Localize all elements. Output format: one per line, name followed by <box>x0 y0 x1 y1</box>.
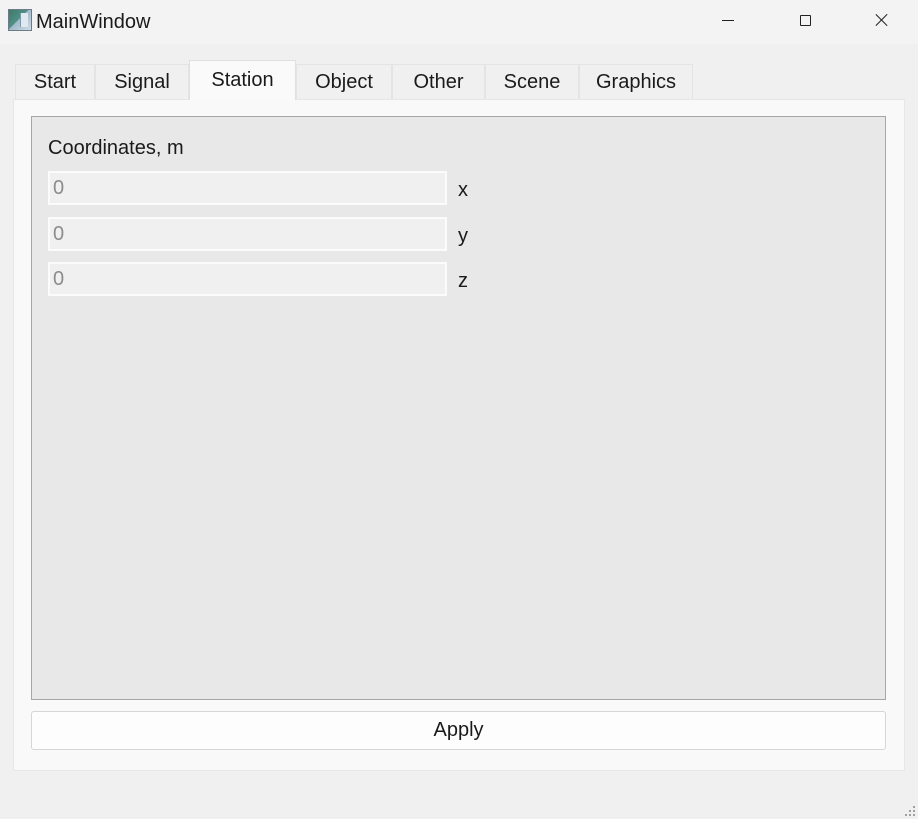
tab-other[interactable]: Other <box>392 64 485 100</box>
coordinates-label: Coordinates, m <box>48 137 184 159</box>
title-bar[interactable]: MainWindow <box>0 0 918 44</box>
y-axis-label: y <box>458 225 468 247</box>
main-window: MainWindow Start Signal Station Object O… <box>0 0 918 819</box>
resize-grip-icon[interactable] <box>903 804 915 816</box>
tab-start[interactable]: Start <box>15 64 95 100</box>
tab-station[interactable]: Station <box>189 60 296 100</box>
x-coordinate-input[interactable] <box>48 171 447 205</box>
minimize-icon <box>722 19 734 21</box>
coordinates-group: Coordinates, m x y z <box>31 116 886 700</box>
maximize-button[interactable] <box>767 0 843 40</box>
apply-button[interactable]: Apply <box>31 711 886 750</box>
tab-graphics[interactable]: Graphics <box>579 64 693 100</box>
z-axis-label: z <box>458 270 468 292</box>
tab-object[interactable]: Object <box>296 64 392 100</box>
maximize-icon <box>799 14 811 26</box>
window-title: MainWindow <box>36 11 151 33</box>
tab-scene[interactable]: Scene <box>485 64 579 100</box>
y-coordinate-input[interactable] <box>48 217 447 251</box>
tab-signal[interactable]: Signal <box>95 64 189 100</box>
app-window-icon <box>8 9 32 31</box>
station-tab-pane: Coordinates, m x y z Apply <box>13 99 905 771</box>
x-axis-label: x <box>458 179 468 201</box>
minimize-button[interactable] <box>690 0 766 40</box>
close-button[interactable] <box>844 0 918 40</box>
close-icon <box>876 14 888 26</box>
z-coordinate-input[interactable] <box>48 262 447 296</box>
